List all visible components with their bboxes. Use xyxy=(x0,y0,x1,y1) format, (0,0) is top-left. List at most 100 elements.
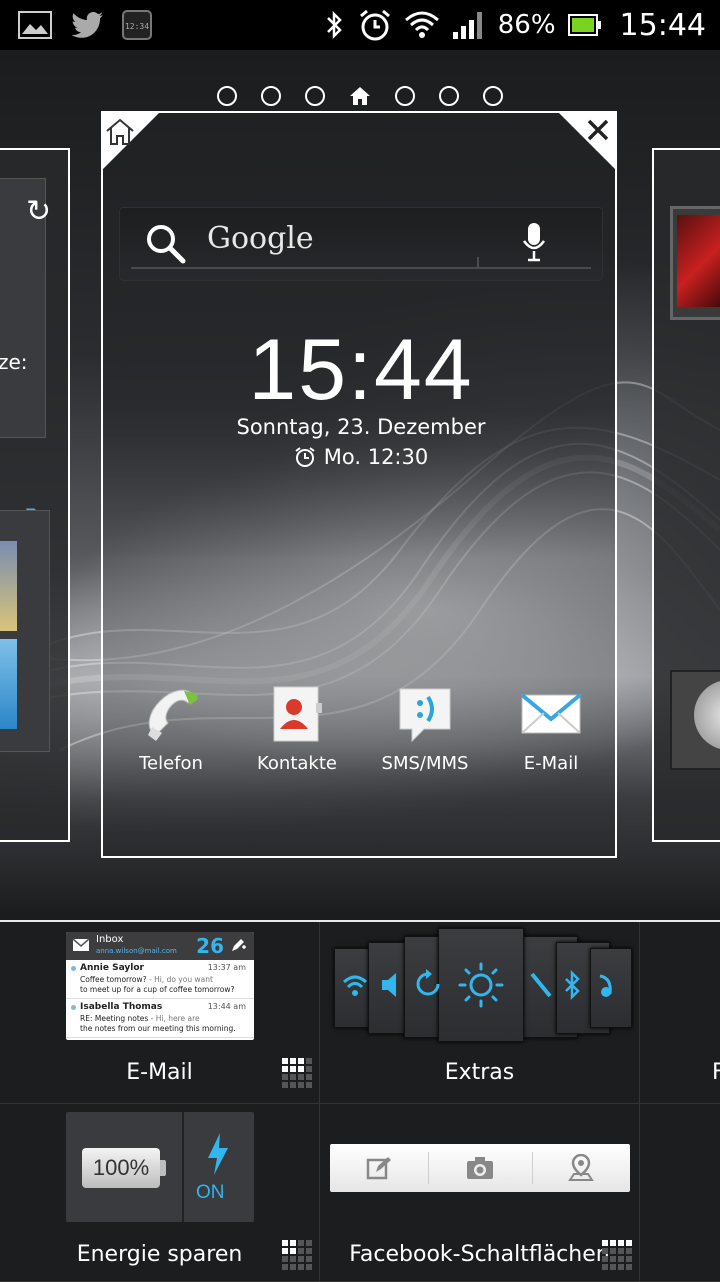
battery-percent: 86% xyxy=(497,10,556,40)
alarm-time: Mo. 12:30 xyxy=(323,445,429,469)
email-preview: to meet up for a cup of coffee tomorrow? xyxy=(80,985,235,994)
email-sender: Annie Saylor xyxy=(80,963,144,973)
email-time: 13:44 am xyxy=(207,1002,246,1011)
email-icon xyxy=(520,693,582,734)
email-sender: Isabella Thomas xyxy=(80,1002,163,1012)
email-inbox-label: Inbox xyxy=(96,934,124,945)
clock-date: Sonntag, 23. Dezember xyxy=(236,415,486,439)
email-subject-line: Coffee tomorrow? - Hi, do you want xyxy=(80,975,213,984)
clock-time[interactable]: 15:44 xyxy=(103,327,619,413)
page-dot[interactable] xyxy=(217,86,237,106)
google-search-widget[interactable]: Google xyxy=(119,207,603,281)
sync-icon xyxy=(416,969,440,996)
page-dot[interactable] xyxy=(483,86,503,106)
app-label: Telefon xyxy=(139,753,203,774)
left-widget xyxy=(0,510,50,752)
left-page-text: ze: xyxy=(0,350,28,374)
widget-size-icon xyxy=(282,1058,312,1088)
app-label: SMS/MMS xyxy=(381,753,469,774)
brightness-icon xyxy=(458,962,504,1008)
phone-icon xyxy=(148,689,198,741)
orientation-icon xyxy=(530,972,552,998)
page-dot[interactable] xyxy=(305,86,325,106)
page-dot[interactable] xyxy=(395,86,415,106)
widget-facebook-buttons[interactable]: Facebook-Schaltflächen xyxy=(320,1104,640,1282)
left-home-page[interactable]: ↻ ze: ↻ xyxy=(0,148,70,842)
email-preview: the notes from our meeting this morning. xyxy=(80,1024,236,1033)
home-page-current[interactable]: Google 15:44 Sonntag, 23. Dezember Mo. 1… xyxy=(101,111,617,858)
widget-partial[interactable] xyxy=(640,1104,720,1282)
edit-icon xyxy=(366,1157,391,1180)
wifi-icon xyxy=(342,975,368,996)
google-label: Google xyxy=(207,221,314,256)
home-icon[interactable] xyxy=(105,117,135,147)
clock-widget-icon: 12:34 xyxy=(122,10,152,40)
alarm-icon xyxy=(295,447,315,467)
search-underline xyxy=(131,267,591,269)
app-sms-mms[interactable]: SMS/MMS xyxy=(365,683,485,774)
widget-label: Energie sparen xyxy=(76,1242,243,1267)
photo-widget xyxy=(670,206,720,320)
signal-icon xyxy=(452,12,482,39)
volume-icon xyxy=(382,973,396,997)
widget-email[interactable]: Inbox anna.wilson@mail.com 26 Annie Sayl… xyxy=(0,922,320,1104)
status-time: 15:44 xyxy=(619,7,706,43)
search-icon[interactable] xyxy=(145,223,187,265)
app-label: Kontakte xyxy=(257,753,337,774)
email-message-row: Isabella Thomas 13:44 am RE: Meeting not… xyxy=(66,999,254,1038)
battery-icon xyxy=(567,14,601,36)
widget-extras[interactable]: Extras xyxy=(320,922,640,1104)
contacts-icon xyxy=(273,686,322,742)
energy-widget-preview: 100% ON xyxy=(66,1112,254,1222)
battery-level: 100% xyxy=(82,1148,160,1188)
app-email[interactable]: E-Mail xyxy=(491,683,611,774)
compose-icon xyxy=(232,939,246,951)
page-dot[interactable] xyxy=(261,86,281,106)
right-widget xyxy=(670,670,720,770)
app-kontakte[interactable]: Kontakte xyxy=(237,683,357,774)
music-widget-icon xyxy=(694,680,720,750)
widget-partial[interactable]: F xyxy=(640,922,720,1104)
app-label: E-Mail xyxy=(523,753,579,774)
page-indicator[interactable] xyxy=(0,86,720,106)
place-icon xyxy=(568,1154,594,1181)
microphone-icon[interactable] xyxy=(521,221,547,263)
email-widget-preview: Inbox anna.wilson@mail.com 26 Annie Sayl… xyxy=(66,932,254,1040)
next-alarm: Mo. 12:30 xyxy=(103,445,619,469)
bluetooth-icon xyxy=(326,10,342,40)
camera-icon xyxy=(467,1157,493,1179)
home-screen-overview: ↻ ze: ↻ Google xyxy=(0,50,720,920)
app-telefon[interactable]: Telefon xyxy=(111,683,231,774)
widget-energy-saver[interactable]: 100% ON Energie sparen xyxy=(0,1104,320,1282)
right-home-page[interactable] xyxy=(652,148,720,842)
extras-widget-preview xyxy=(334,928,632,1042)
facebook-widget-preview xyxy=(330,1144,630,1192)
bluetooth-icon xyxy=(565,970,580,1000)
gallery-icon xyxy=(18,11,52,39)
dock-apps: Telefon Kontakte SMS/MMS E-Mail xyxy=(103,683,619,803)
close-icon[interactable] xyxy=(585,117,611,143)
widget-size-icon xyxy=(602,1240,632,1270)
page-dot[interactable] xyxy=(439,86,459,106)
home-page-dot-icon[interactable] xyxy=(349,86,371,106)
email-message-row: Annie Saylor 13:37 am Coffee tomorrow? -… xyxy=(66,960,254,999)
email-address: anna.wilson@mail.com xyxy=(96,947,177,955)
sync-icon: ↻ xyxy=(26,194,52,229)
svg-text:12:34: 12:34 xyxy=(125,22,149,31)
widget-label: Facebook-Schaltflächen xyxy=(349,1242,610,1267)
photo-thumbnail xyxy=(677,215,720,307)
envelope-icon xyxy=(72,938,90,951)
status-bar: 12:34 86% 15:44 xyxy=(0,0,720,50)
sms-icon xyxy=(399,688,451,743)
wifi-icon xyxy=(404,11,439,38)
email-time: 13:37 am xyxy=(207,963,246,972)
lightning-icon xyxy=(208,1133,228,1175)
twitter-icon xyxy=(71,12,103,38)
location-icon xyxy=(599,974,612,997)
email-unread-count: 26 xyxy=(196,934,224,958)
widget-label: E-Mail xyxy=(126,1060,193,1085)
widget-label: F xyxy=(712,1060,720,1085)
widget-tray: Inbox anna.wilson@mail.com 26 Annie Sayl… xyxy=(0,920,720,1282)
email-subject-line: RE: Meeting notes - Hi, here are xyxy=(80,1014,200,1023)
photo-thumbnail xyxy=(0,639,17,729)
